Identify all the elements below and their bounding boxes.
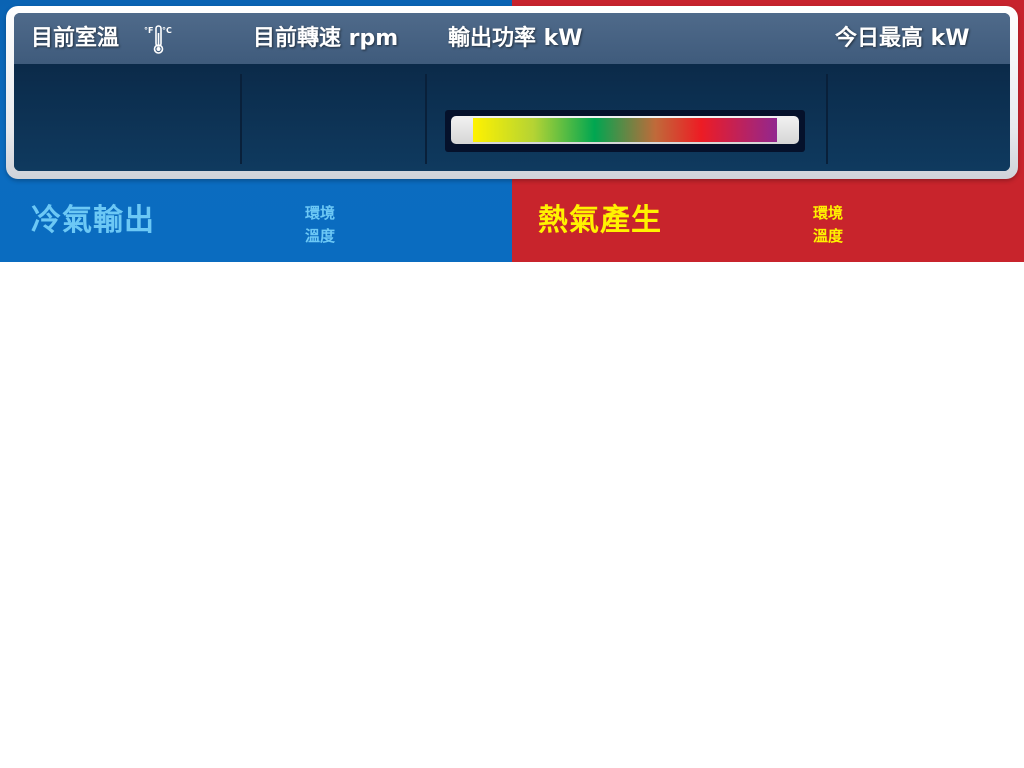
power-label: 輸出功率 kW xyxy=(448,26,583,51)
today-max-label: 今日最高 kW xyxy=(835,26,970,51)
cool-env-label-line2: 溫度 xyxy=(305,227,336,245)
dashboard: 目前室溫 °F °C 目前轉速 rpm 輸出功率 kW 今日最高 kW 冷氣輸出… xyxy=(0,0,1024,768)
heat-env-label-line2: 溫度 xyxy=(813,227,844,245)
cool-env-label-line1: 環境 xyxy=(305,204,336,222)
heat-env-label-line1: 環境 xyxy=(813,204,844,222)
unit-c: °C xyxy=(162,26,172,35)
thermometer-icon[interactable]: °F °C xyxy=(143,24,173,56)
unit-f: °F xyxy=(144,26,153,35)
meter-track xyxy=(451,116,799,144)
room-temp-label: 目前室溫 xyxy=(31,26,120,51)
cool-output-title: 冷氣輸出 xyxy=(31,203,155,238)
column-divider xyxy=(425,74,427,164)
column-divider xyxy=(240,74,242,164)
speed-label: 目前轉速 rpm xyxy=(253,26,399,51)
heat-generated-title: 熱氣產生 xyxy=(538,203,662,238)
power-gradient-meter xyxy=(445,110,805,152)
column-divider xyxy=(826,74,828,164)
meter-gradient-fill xyxy=(473,118,777,142)
